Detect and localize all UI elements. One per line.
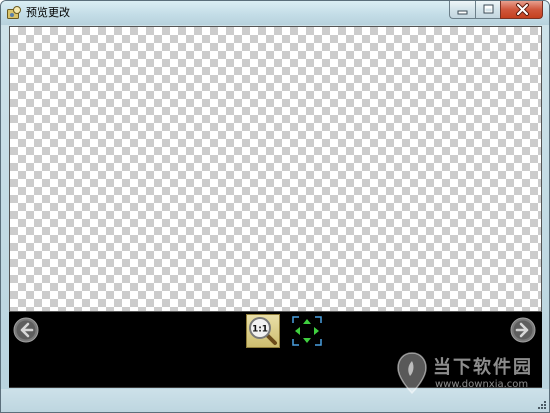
fit-to-window-icon [292, 316, 322, 346]
actual-size-button[interactable]: 1:1 [246, 314, 280, 348]
resize-grip-icon[interactable] [535, 400, 547, 412]
close-button[interactable] [500, 1, 543, 19]
previous-button[interactable] [13, 317, 39, 343]
maximize-icon [483, 4, 494, 14]
maximize-button[interactable] [475, 1, 500, 19]
arrow-right-circle-icon [510, 317, 536, 343]
caption-buttons [449, 1, 543, 19]
app-icon [7, 6, 21, 19]
preview-window: 预览更改 1:1 当下软件园 www.downxia.com [0, 0, 550, 413]
title-bar[interactable]: 预览更改 [1, 1, 549, 25]
viewer-toolbar: 1:1 [9, 312, 542, 388]
window-bottom-border [1, 389, 549, 412]
minimize-button[interactable] [449, 1, 475, 19]
window-title: 预览更改 [26, 6, 70, 19]
minimize-icon [457, 10, 468, 15]
preview-canvas[interactable] [9, 26, 542, 312]
arrow-left-circle-icon [13, 317, 39, 343]
actual-size-label: 1:1 [252, 325, 268, 335]
toolbar-divider [9, 387, 542, 388]
next-button[interactable] [510, 317, 536, 343]
magnifier-icon: 1:1 [249, 317, 277, 345]
fit-to-window-button[interactable] [290, 314, 324, 348]
close-icon [516, 3, 529, 16]
